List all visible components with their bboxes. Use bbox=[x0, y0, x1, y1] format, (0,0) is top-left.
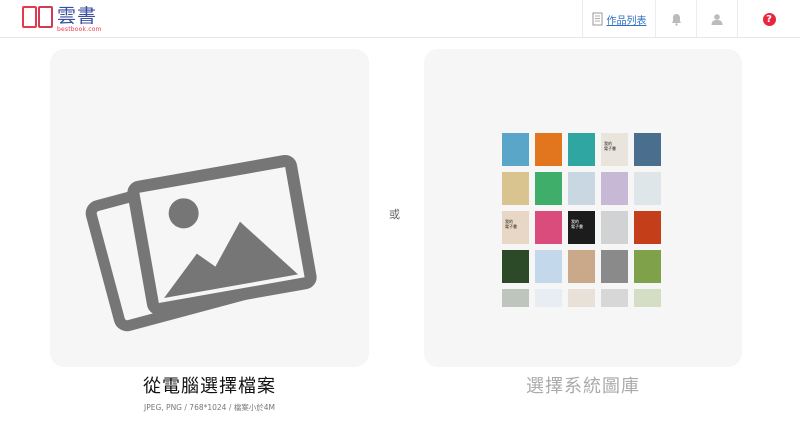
bell-icon bbox=[671, 13, 681, 26]
cover-row: 我的 電子書 我的 電子書 bbox=[502, 211, 664, 244]
upload-requirements: JPEG, PNG / 768*1024 / 檔案小於4M bbox=[144, 403, 275, 412]
cover-row bbox=[502, 172, 664, 205]
cover-title: 我的 電子書 bbox=[505, 219, 517, 229]
cover-reflection-item bbox=[601, 289, 628, 307]
book-cover-thumbnail[interactable]: 我的 電子書 bbox=[601, 133, 628, 166]
cover-reflection-item bbox=[568, 289, 595, 307]
logo-subtext: bestbook.com bbox=[57, 26, 102, 33]
notifications-button[interactable] bbox=[655, 0, 696, 38]
book-cover-thumbnail[interactable] bbox=[634, 211, 661, 244]
book-cover-thumbnail[interactable] bbox=[634, 133, 661, 166]
cover-row: 我的 電子書 bbox=[502, 133, 664, 166]
cover-title: 我的 電子書 bbox=[604, 141, 616, 151]
cover-reflection-item bbox=[634, 289, 661, 307]
book-cover-thumbnail[interactable] bbox=[502, 172, 529, 205]
book-cover-thumbnail[interactable] bbox=[634, 172, 661, 205]
upload-title[interactable]: 從電腦選擇檔案 bbox=[50, 372, 369, 398]
user-icon bbox=[711, 14, 723, 25]
logo-book-icon bbox=[22, 6, 54, 30]
book-cover-thumbnail[interactable] bbox=[535, 172, 562, 205]
cover-reflection bbox=[502, 289, 664, 307]
book-cover-thumbnail[interactable] bbox=[568, 133, 595, 166]
user-account-button[interactable] bbox=[696, 0, 737, 38]
book-cover-thumbnail[interactable] bbox=[568, 250, 595, 283]
book-cover-thumbnail[interactable] bbox=[601, 211, 628, 244]
book-icon bbox=[592, 12, 602, 26]
image-placeholder-icon bbox=[85, 155, 317, 332]
book-cover-thumbnail[interactable] bbox=[535, 250, 562, 283]
book-cover-thumbnail[interactable] bbox=[601, 172, 628, 205]
book-cover-thumbnail[interactable] bbox=[535, 211, 562, 244]
book-cover-thumbnail[interactable] bbox=[502, 250, 529, 283]
help-icon: ? bbox=[762, 12, 776, 26]
book-cover-thumbnail[interactable] bbox=[535, 133, 562, 166]
cover-title: 我的 電子書 bbox=[571, 219, 583, 229]
cover-reflection-item bbox=[502, 289, 529, 307]
library-title[interactable]: 選擇系統圖庫 bbox=[424, 372, 742, 398]
top-nav: 作品列表 ? bbox=[582, 0, 800, 38]
book-cover-thumbnail[interactable] bbox=[568, 172, 595, 205]
book-cover-thumbnail[interactable] bbox=[502, 133, 529, 166]
book-cover-thumbnail[interactable]: 我的 電子書 bbox=[568, 211, 595, 244]
book-cover-thumbnail[interactable] bbox=[634, 250, 661, 283]
works-list-link[interactable]: 作品列表 bbox=[582, 0, 655, 38]
cover-row bbox=[502, 250, 664, 283]
works-list-label: 作品列表 bbox=[606, 15, 647, 27]
logo-text: 雲書 bbox=[57, 5, 98, 27]
book-cover-thumbnail[interactable]: 我的 電子書 bbox=[502, 211, 529, 244]
cover-reflection-item bbox=[535, 289, 562, 307]
or-separator: 或 bbox=[389, 208, 400, 221]
cover-gallery: 我的 電子書 我的 電子書 我的 電子書 bbox=[502, 133, 664, 307]
help-button[interactable]: ? bbox=[737, 0, 800, 38]
site-logo[interactable]: 雲書 bestbook.com bbox=[22, 6, 102, 33]
upload-from-computer-card[interactable] bbox=[50, 49, 369, 367]
book-cover-thumbnail[interactable] bbox=[601, 250, 628, 283]
system-library-card[interactable]: 我的 電子書 我的 電子書 我的 電子書 bbox=[424, 49, 742, 367]
top-bar: 雲書 bestbook.com 作品列表 ? bbox=[0, 0, 800, 38]
